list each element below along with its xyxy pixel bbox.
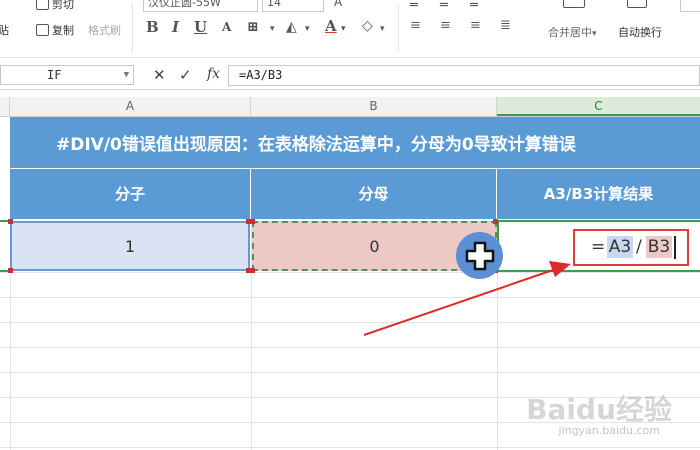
watermark-text: Baidu经验 — [526, 393, 672, 426]
watermark-url: jingyan.baidu.com — [558, 424, 660, 437]
spreadsheet-window: 贴 剪切 复制 格式刷 汉仪正圆-55W 14 A B I U A ⊞ ▾ ◭ … — [0, 0, 700, 450]
annotation-arrow — [363, 261, 571, 336]
watermark-logo: Baidu经验 — [526, 388, 672, 428]
